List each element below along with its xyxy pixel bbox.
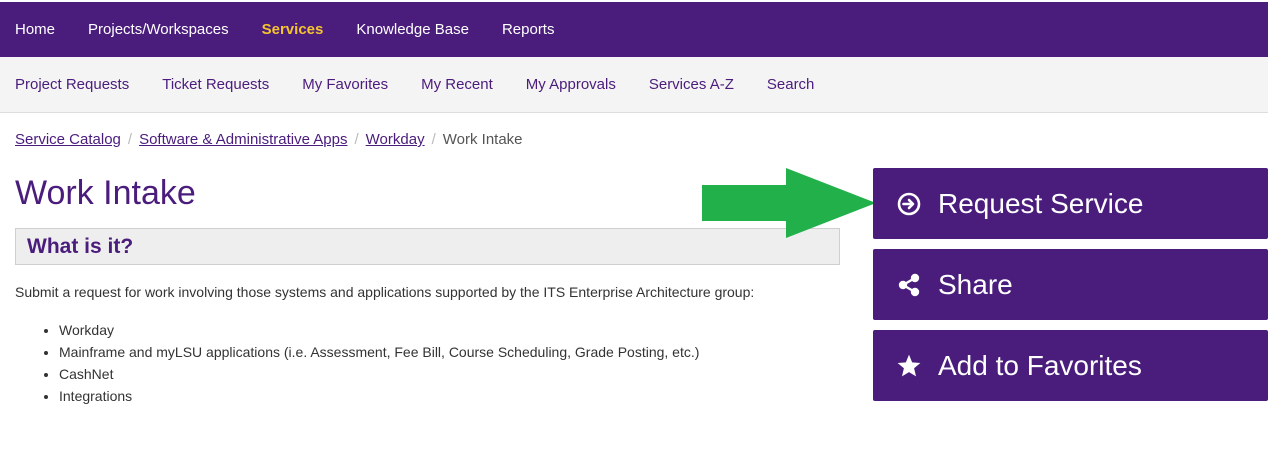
supported-systems-list: Workday Mainframe and myLSU applications…: [59, 319, 699, 407]
list-item: Workday: [59, 319, 699, 341]
sub-nav: Project Requests Ticket Requests My Favo…: [0, 57, 1268, 113]
top-nav-home[interactable]: Home: [15, 21, 55, 38]
list-item: Mainframe and myLSU applications (i.e. A…: [59, 341, 699, 363]
breadcrumb-workday[interactable]: Workday: [366, 131, 425, 148]
share-button[interactable]: Share: [873, 249, 1268, 320]
share-label: Share: [938, 268, 1013, 300]
sub-nav-ticket-requests[interactable]: Ticket Requests: [162, 76, 269, 93]
section-heading-text: What is it?: [27, 234, 134, 258]
add-to-favorites-label: Add to Favorites: [938, 349, 1142, 381]
sub-nav-my-favorites[interactable]: My Favorites: [302, 76, 388, 93]
top-nav-projects-workspaces[interactable]: Projects/Workspaces: [88, 21, 229, 38]
breadcrumb-software-administrative-apps[interactable]: Software & Administrative Apps: [139, 131, 347, 148]
top-nav-reports[interactable]: Reports: [502, 21, 555, 38]
top-nav-services[interactable]: Services: [262, 21, 324, 38]
share-icon: [896, 272, 922, 298]
sub-nav-my-recent[interactable]: My Recent: [421, 76, 493, 93]
page-title: Work Intake: [15, 174, 196, 212]
breadcrumb-service-catalog[interactable]: Service Catalog: [15, 131, 121, 148]
list-item: CashNet: [59, 363, 699, 385]
service-description: Submit a request for work involving thos…: [15, 284, 755, 300]
star-icon: [896, 353, 922, 379]
list-item: Integrations: [59, 385, 699, 407]
breadcrumb-separator: /: [431, 131, 436, 148]
sub-nav-my-approvals[interactable]: My Approvals: [526, 76, 616, 93]
top-nav: Home Projects/Workspaces Services Knowle…: [0, 2, 1268, 57]
add-to-favorites-button[interactable]: Add to Favorites: [873, 330, 1268, 401]
request-service-label: Request Service: [938, 187, 1144, 219]
arrow-circle-right-icon: [896, 191, 922, 217]
sub-nav-project-requests[interactable]: Project Requests: [15, 76, 129, 93]
breadcrumb-separator: /: [354, 131, 359, 148]
top-nav-knowledge-base[interactable]: Knowledge Base: [356, 21, 469, 38]
sub-nav-services-a-z[interactable]: Services A-Z: [649, 76, 734, 93]
breadcrumb: Service Catalog / Software & Administrat…: [15, 131, 523, 148]
breadcrumb-current: Work Intake: [442, 131, 523, 148]
sub-nav-search[interactable]: Search: [767, 76, 815, 93]
request-service-button[interactable]: Request Service: [873, 168, 1268, 239]
green-arrow-icon: [702, 168, 876, 238]
breadcrumb-separator: /: [127, 131, 133, 148]
